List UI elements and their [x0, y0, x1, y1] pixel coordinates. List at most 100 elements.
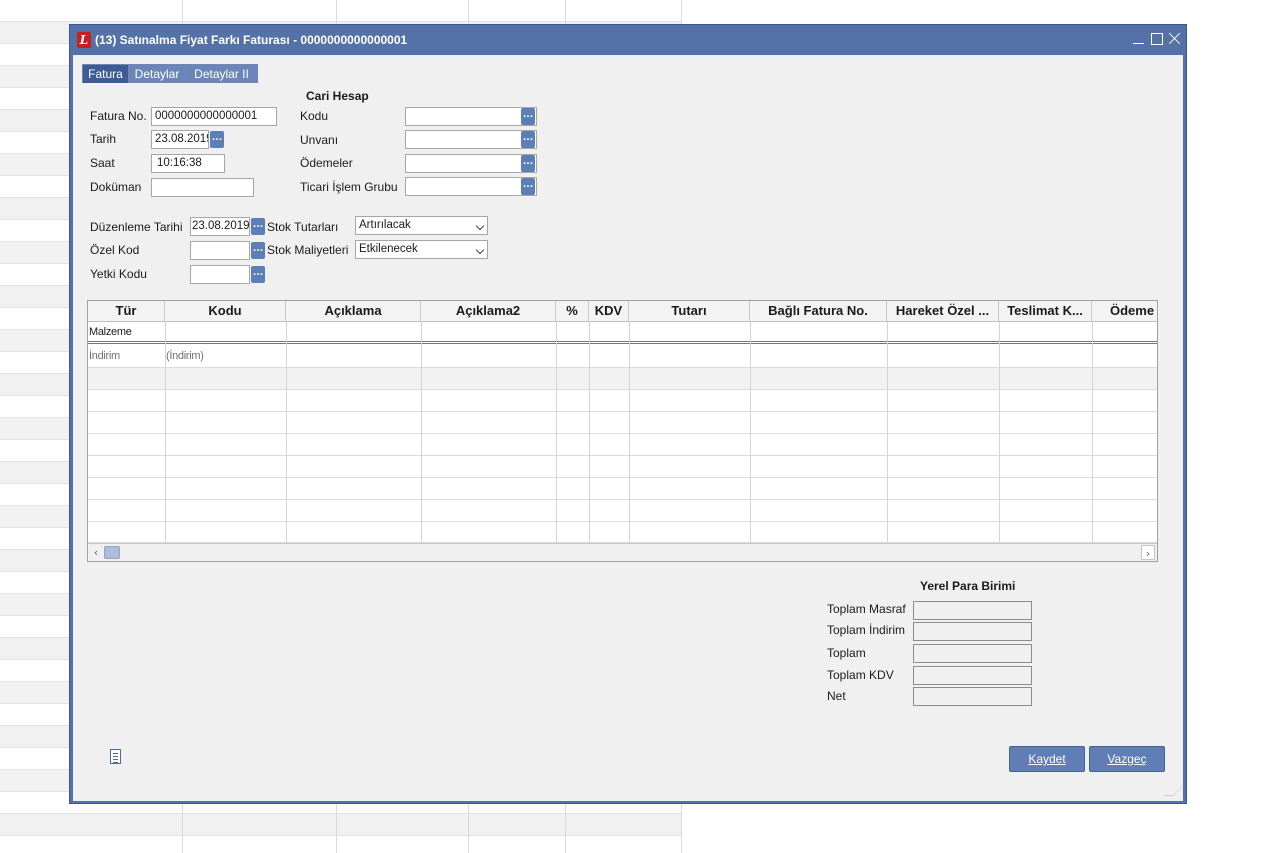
group-label-malzeme: Malzeme: [89, 326, 132, 338]
cari-unvani-input[interactable]: [405, 130, 537, 149]
chevron-down-icon: [475, 221, 485, 231]
column-divider: [556, 322, 557, 543]
net-field: [913, 687, 1032, 706]
table-row[interactable]: İndirim (İndirim): [88, 346, 1157, 368]
table-row[interactable]: [88, 434, 1157, 456]
dokuman-input[interactable]: [151, 178, 254, 197]
kodu-label: Kodu: [300, 109, 329, 123]
cari-unvani-lookup-button[interactable]: ...: [521, 131, 535, 148]
resize-grip-icon[interactable]: [1163, 786, 1183, 796]
column-header-hareket-ozel[interactable]: Hareket Özel ...: [887, 301, 999, 322]
duzenleme-tarihi-label: Düzenleme Tarihi: [90, 220, 183, 234]
table-row[interactable]: [88, 500, 1157, 522]
close-icon[interactable]: [1167, 31, 1183, 47]
invoice-dialog: L (13) Satınalma Fiyat Farkı Faturası - …: [69, 24, 1187, 804]
fatura-no-label: Fatura No.: [90, 109, 147, 123]
cell-tur[interactable]: İndirim: [88, 346, 165, 368]
minimize-icon[interactable]: [1131, 31, 1147, 47]
scroll-left-icon[interactable]: ‹: [89, 545, 103, 560]
table-row[interactable]: [88, 522, 1157, 543]
ticari-islem-grubu-lookup-button[interactable]: ...: [521, 178, 535, 195]
dialog-body: Fatura Detaylar Detaylar II Fatura No. 0…: [73, 55, 1183, 801]
column-divider: [421, 322, 422, 543]
stok-tutarlari-select[interactable]: Artırılacak: [355, 216, 488, 235]
kaydet-button[interactable]: Kaydet: [1009, 746, 1085, 772]
tab-fatura[interactable]: Fatura: [82, 64, 129, 83]
yetki-kodu-input[interactable]: [190, 265, 250, 284]
cari-kodu-lookup-button[interactable]: ...: [521, 108, 535, 125]
saat-label: Saat: [90, 156, 115, 170]
grid-header: Tür Kodu Açıklama Açıklama2 % KDV Tutarı…: [88, 301, 1157, 322]
toplam-masraf-label: Toplam Masraf: [827, 602, 906, 616]
column-header-aciklama[interactable]: Açıklama: [286, 301, 421, 322]
ozel-kod-input[interactable]: [190, 241, 250, 260]
tarih-label: Tarih: [90, 132, 117, 146]
saat-input[interactable]: 10:16:38: [151, 154, 225, 173]
odemeler-input[interactable]: [405, 154, 537, 173]
table-row[interactable]: [88, 412, 1157, 434]
column-header-aciklama2[interactable]: Açıklama2: [421, 301, 556, 322]
column-divider: [589, 322, 590, 543]
cari-kodu-input[interactable]: [405, 107, 537, 126]
column-header-teslimat[interactable]: Teslimat K...: [999, 301, 1092, 322]
background-row: [0, 0, 682, 22]
column-header-tutari[interactable]: Tutarı: [629, 301, 750, 322]
totals-title: Yerel Para Birimi: [920, 579, 1016, 593]
column-header-kodu[interactable]: Kodu: [165, 301, 286, 322]
title-bar[interactable]: L (13) Satınalma Fiyat Farkı Faturası - …: [70, 25, 1186, 55]
grid-group-row: Malzeme: [88, 322, 1157, 344]
column-divider: [999, 322, 1000, 543]
toplam-kdv-field: [913, 666, 1032, 685]
column-header-tur[interactable]: Tür: [88, 301, 165, 322]
yetki-kodu-label: Yetki Kodu: [90, 267, 147, 281]
fatura-no-input[interactable]: 0000000000000001: [151, 107, 277, 126]
stok-maliyetleri-select[interactable]: Etkilenecek: [355, 240, 488, 259]
toplam-kdv-label: Toplam KDV: [827, 668, 894, 682]
column-header-odeme[interactable]: Ödeme: [1092, 301, 1157, 322]
stok-tutarlari-label: Stok Tutarları: [267, 220, 339, 234]
net-label: Net: [827, 689, 846, 703]
toplam-field: [913, 644, 1032, 663]
ozel-kod-label: Özel Kod: [90, 243, 140, 257]
background-row: [0, 836, 682, 853]
yetki-kodu-lookup-button[interactable]: ...: [251, 266, 265, 283]
toplam-label: Toplam: [827, 646, 866, 660]
ticari-islem-grubu-input[interactable]: [405, 177, 537, 196]
cari-hesap-title: Cari Hesap: [306, 89, 369, 103]
chevron-down-icon: [475, 245, 485, 255]
table-row[interactable]: [88, 390, 1157, 412]
toplam-indirim-field: [913, 622, 1032, 641]
table-row[interactable]: [88, 478, 1157, 500]
column-divider: [629, 322, 630, 543]
odemeler-lookup-button[interactable]: ...: [521, 155, 535, 172]
table-row[interactable]: [88, 368, 1157, 390]
column-header-percent[interactable]: %: [556, 301, 589, 322]
unvani-label: Unvanı: [300, 133, 339, 147]
dokuman-label: Doküman: [90, 180, 142, 194]
column-header-bagli-fatura-no[interactable]: Bağlı Fatura No.: [750, 301, 887, 322]
cell-kodu[interactable]: (İndirim): [165, 346, 286, 368]
column-divider: [887, 322, 888, 543]
column-header-kdv[interactable]: KDV: [589, 301, 629, 322]
scroll-right-icon[interactable]: ›: [1141, 545, 1155, 560]
duzenleme-tarihi-picker-button[interactable]: ...: [251, 218, 265, 235]
duzenleme-tarihi-input[interactable]: 23.08.2019: [190, 217, 250, 236]
ozel-kod-lookup-button[interactable]: ...: [251, 242, 265, 259]
document-icon[interactable]: [110, 749, 121, 764]
tarih-picker-button[interactable]: ...: [210, 131, 224, 148]
vazgec-button[interactable]: Vazgeç: [1089, 746, 1165, 772]
window-title: (13) Satınalma Fiyat Farkı Faturası - 00…: [95, 33, 408, 47]
maximize-icon[interactable]: [1149, 31, 1165, 47]
horizontal-scrollbar[interactable]: ‹ ›: [88, 543, 1157, 561]
app-logo-icon: L: [77, 32, 91, 48]
ticari-islem-grubu-label: Ticari İşlem Grubu: [300, 180, 398, 194]
scrollbar-thumb[interactable]: [104, 546, 120, 559]
column-divider: [1092, 322, 1093, 543]
table-row[interactable]: [88, 456, 1157, 478]
tab-detaylar-ii[interactable]: Detaylar II: [185, 64, 258, 83]
tab-detaylar[interactable]: Detaylar: [129, 64, 185, 83]
column-divider: [165, 322, 166, 543]
stok-maliyetleri-label: Stok Maliyetleri: [267, 243, 349, 257]
invoice-lines-grid[interactable]: Tür Kodu Açıklama Açıklama2 % KDV Tutarı…: [87, 300, 1158, 562]
tarih-input[interactable]: 23.08.2019: [151, 130, 209, 149]
